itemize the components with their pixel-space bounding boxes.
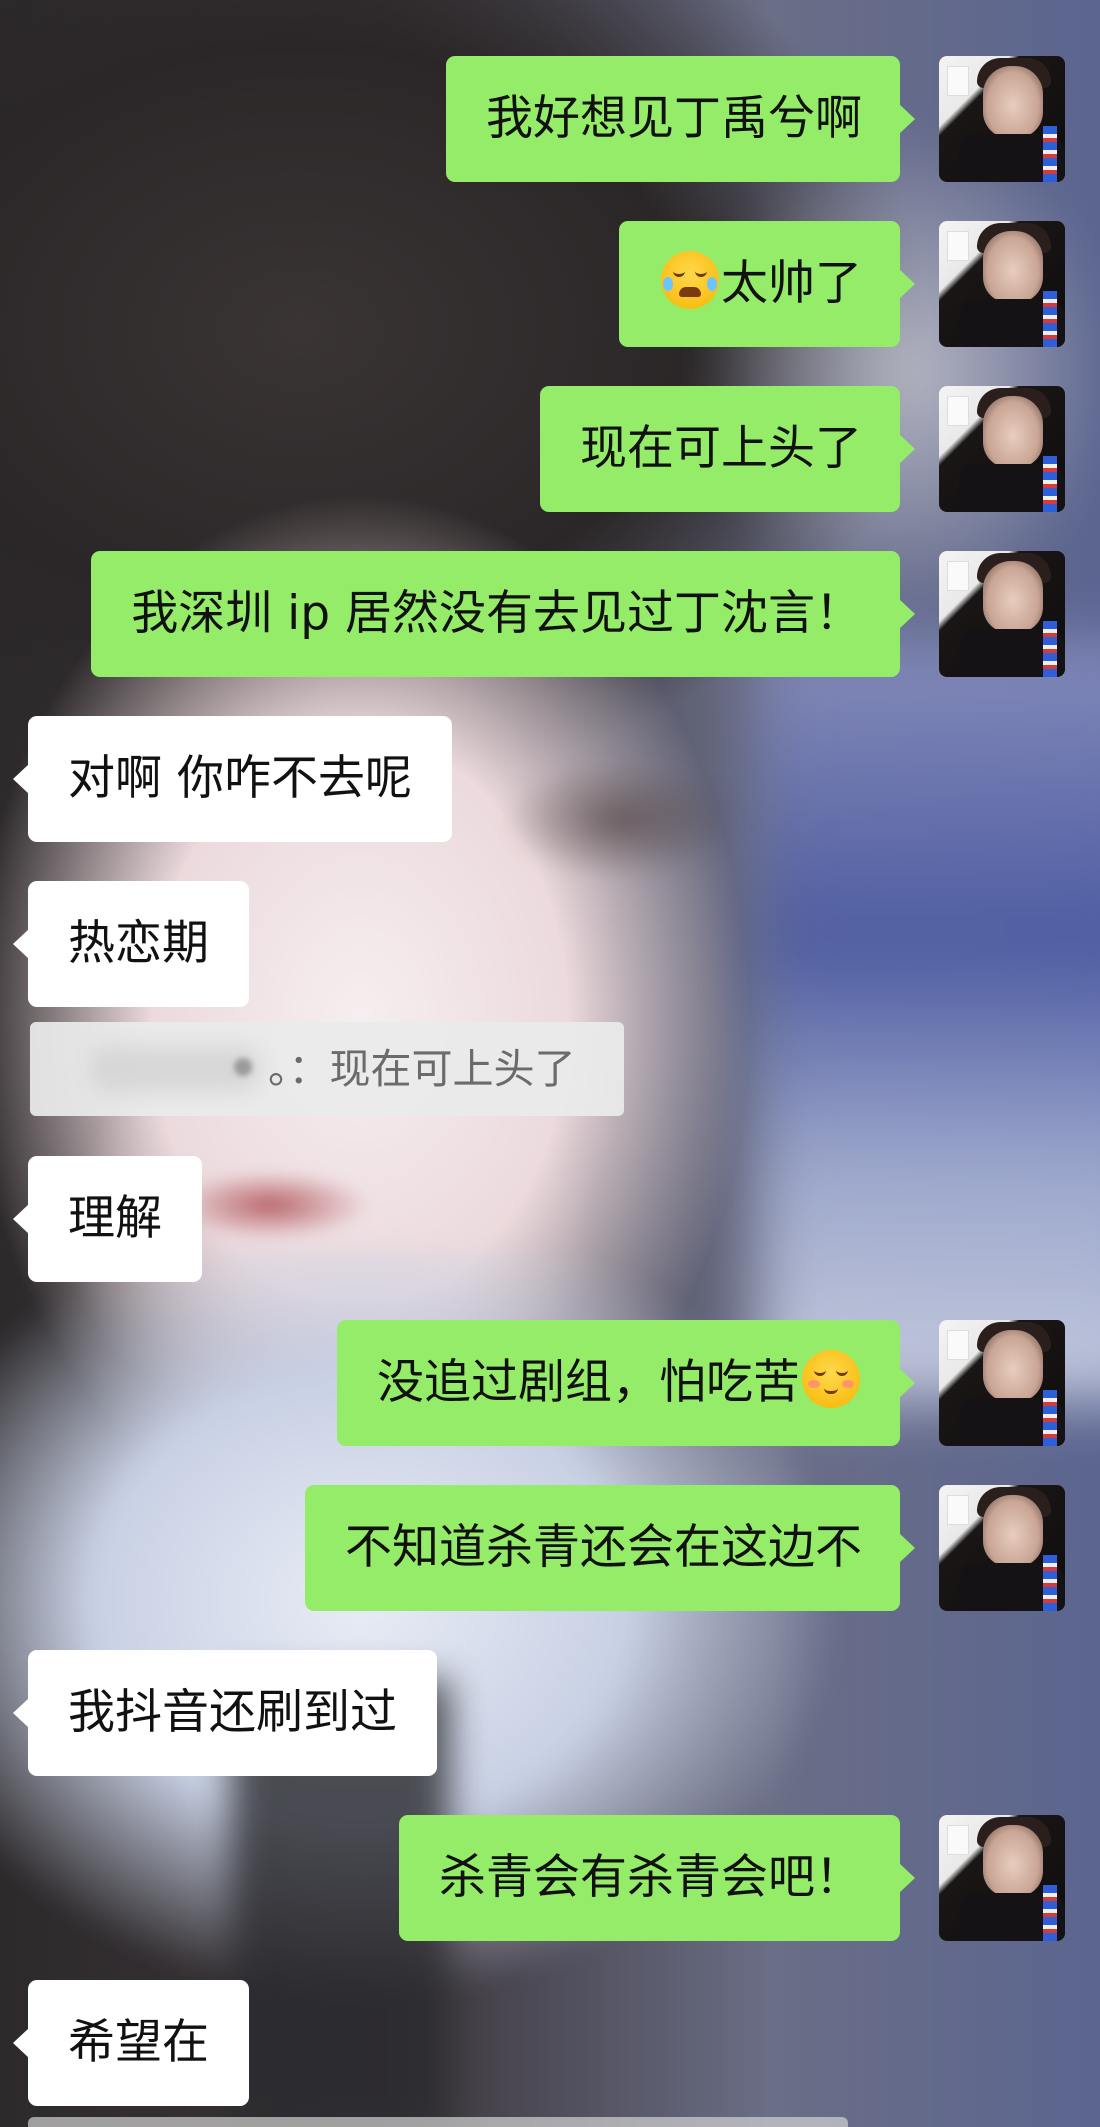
message-text: 现在可上头了 bbox=[580, 421, 862, 476]
smiling-blush-emoji bbox=[802, 1350, 860, 1408]
my-avatar[interactable] bbox=[939, 386, 1065, 512]
message-bubble-incoming[interactable]: 希望在 bbox=[13, 1980, 249, 2106]
message-bubble-incoming[interactable]: 热恋期 bbox=[13, 881, 249, 1007]
message-text: 太帅了 bbox=[721, 256, 862, 311]
message-bubble-outgoing[interactable]: 杀青会有杀青会吧！ bbox=[399, 1815, 915, 1941]
message-text: 我深圳 ip 居然没有去见过丁沈言！ bbox=[131, 586, 862, 641]
message-text: 对啊 你咋不去呢 bbox=[68, 751, 412, 806]
my-avatar[interactable] bbox=[939, 1815, 1065, 1941]
message-text: 我抖音还刷到过 bbox=[68, 1685, 397, 1740]
grinning-squinting-tears-emoji bbox=[661, 251, 719, 309]
message-bubble-incoming[interactable]: 我抖音还刷到过 bbox=[13, 1650, 437, 1776]
my-avatar[interactable] bbox=[939, 1485, 1065, 1611]
message-bubble-outgoing[interactable]: 没追过剧组，怕吃苦 bbox=[337, 1320, 915, 1446]
message-text: 理解 bbox=[68, 1191, 162, 1246]
message-text: 热恋期 bbox=[68, 916, 209, 971]
quoted-message[interactable]: 。：现在可上头了 bbox=[30, 1022, 624, 1116]
my-avatar[interactable] bbox=[939, 56, 1065, 182]
quoted-text: 。：现在可上头了 bbox=[268, 1045, 576, 1093]
message-bubble-outgoing[interactable]: 现在可上头了 bbox=[540, 386, 915, 512]
partially-visible-message bbox=[28, 2117, 848, 2127]
message-text: 我好想见丁禹兮啊 bbox=[486, 91, 862, 146]
my-avatar[interactable] bbox=[939, 221, 1065, 347]
my-avatar[interactable] bbox=[939, 551, 1065, 677]
message-bubble-incoming[interactable]: 理解 bbox=[13, 1156, 202, 1282]
message-text: 杀青会有杀青会吧！ bbox=[439, 1850, 862, 1905]
message-bubble-incoming[interactable]: 对啊 你咋不去呢 bbox=[13, 716, 452, 842]
message-bubble-outgoing[interactable]: 我深圳 ip 居然没有去见过丁沈言！ bbox=[91, 551, 915, 677]
message-text: 没追过剧组，怕吃苦 bbox=[377, 1355, 800, 1410]
message-bubble-outgoing[interactable]: 我好想见丁禹兮啊 bbox=[446, 56, 915, 182]
message-text: 希望在 bbox=[68, 2015, 209, 2070]
chat-message-list[interactable]: 我好想见丁禹兮啊 太帅了 现在可上头了 我深圳 ip 居然没有去见过丁沈言！ 对… bbox=[0, 0, 1100, 2127]
message-bubble-outgoing[interactable]: 不知道杀青还会在这边不 bbox=[305, 1485, 915, 1611]
message-text: 不知道杀青还会在这边不 bbox=[345, 1520, 862, 1575]
my-avatar[interactable] bbox=[939, 1320, 1065, 1446]
message-bubble-outgoing[interactable]: 太帅了 bbox=[619, 221, 915, 347]
